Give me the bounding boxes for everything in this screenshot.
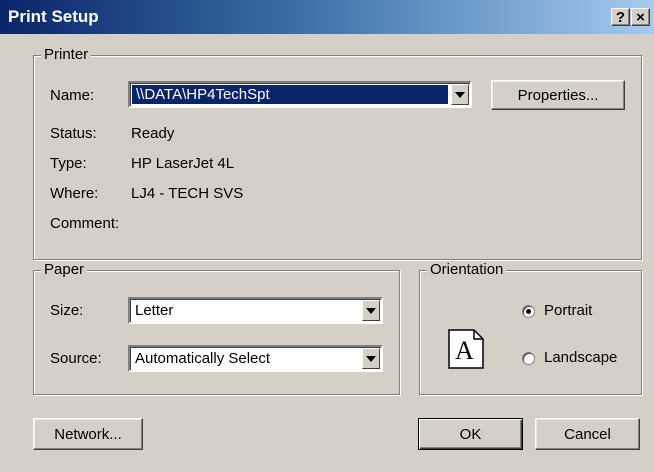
printer-group-label: Printer <box>41 46 92 63</box>
comment-label: Comment: <box>50 215 120 232</box>
landscape-radio[interactable] <box>522 352 535 365</box>
paper-size-dropdown[interactable]: Letter <box>128 297 383 324</box>
window-title: Print Setup <box>8 7 99 26</box>
chevron-down-icon[interactable] <box>362 300 380 321</box>
printer-name-value: \\DATA\HP4TechSpt <box>136 86 270 103</box>
size-label: Size: <box>50 302 84 319</box>
where-label: Where: <box>50 185 99 202</box>
page-icon-letter: A <box>455 336 474 365</box>
cancel-button[interactable]: Cancel <box>535 418 640 450</box>
where-value: LJ4 - TECH SVS <box>131 185 244 202</box>
chevron-down-icon[interactable] <box>362 348 380 369</box>
orientation-group-label: Orientation <box>427 261 507 278</box>
type-value: HP LaserJet 4L <box>131 155 235 172</box>
portrait-label[interactable]: Portrait <box>544 302 592 320</box>
printer-name-dropdown[interactable]: \\DATA\HP4TechSpt <box>128 81 472 108</box>
name-label: Name: <box>50 87 95 104</box>
status-value: Ready <box>131 125 175 142</box>
type-label: Type: <box>50 155 87 172</box>
status-label: Status: <box>50 125 97 142</box>
ok-button[interactable]: OK <box>418 418 523 450</box>
portrait-radio[interactable] <box>522 305 535 318</box>
properties-button[interactable]: Properties... <box>491 80 625 110</box>
paper-source-dropdown[interactable]: Automatically Select <box>128 345 383 372</box>
paper-group-label: Paper <box>41 261 88 278</box>
landscape-label[interactable]: Landscape <box>544 349 617 367</box>
paper-size-value: Letter <box>135 302 174 319</box>
source-label: Source: <box>50 350 102 367</box>
close-button[interactable]: × <box>631 8 650 26</box>
help-button[interactable]: ? <box>611 8 630 26</box>
paper-group <box>33 270 400 395</box>
network-button[interactable]: Network... <box>33 418 143 450</box>
paper-source-value: Automatically Select <box>135 350 271 367</box>
chevron-down-icon[interactable] <box>451 84 469 105</box>
portrait-page-icon: A <box>448 329 484 369</box>
